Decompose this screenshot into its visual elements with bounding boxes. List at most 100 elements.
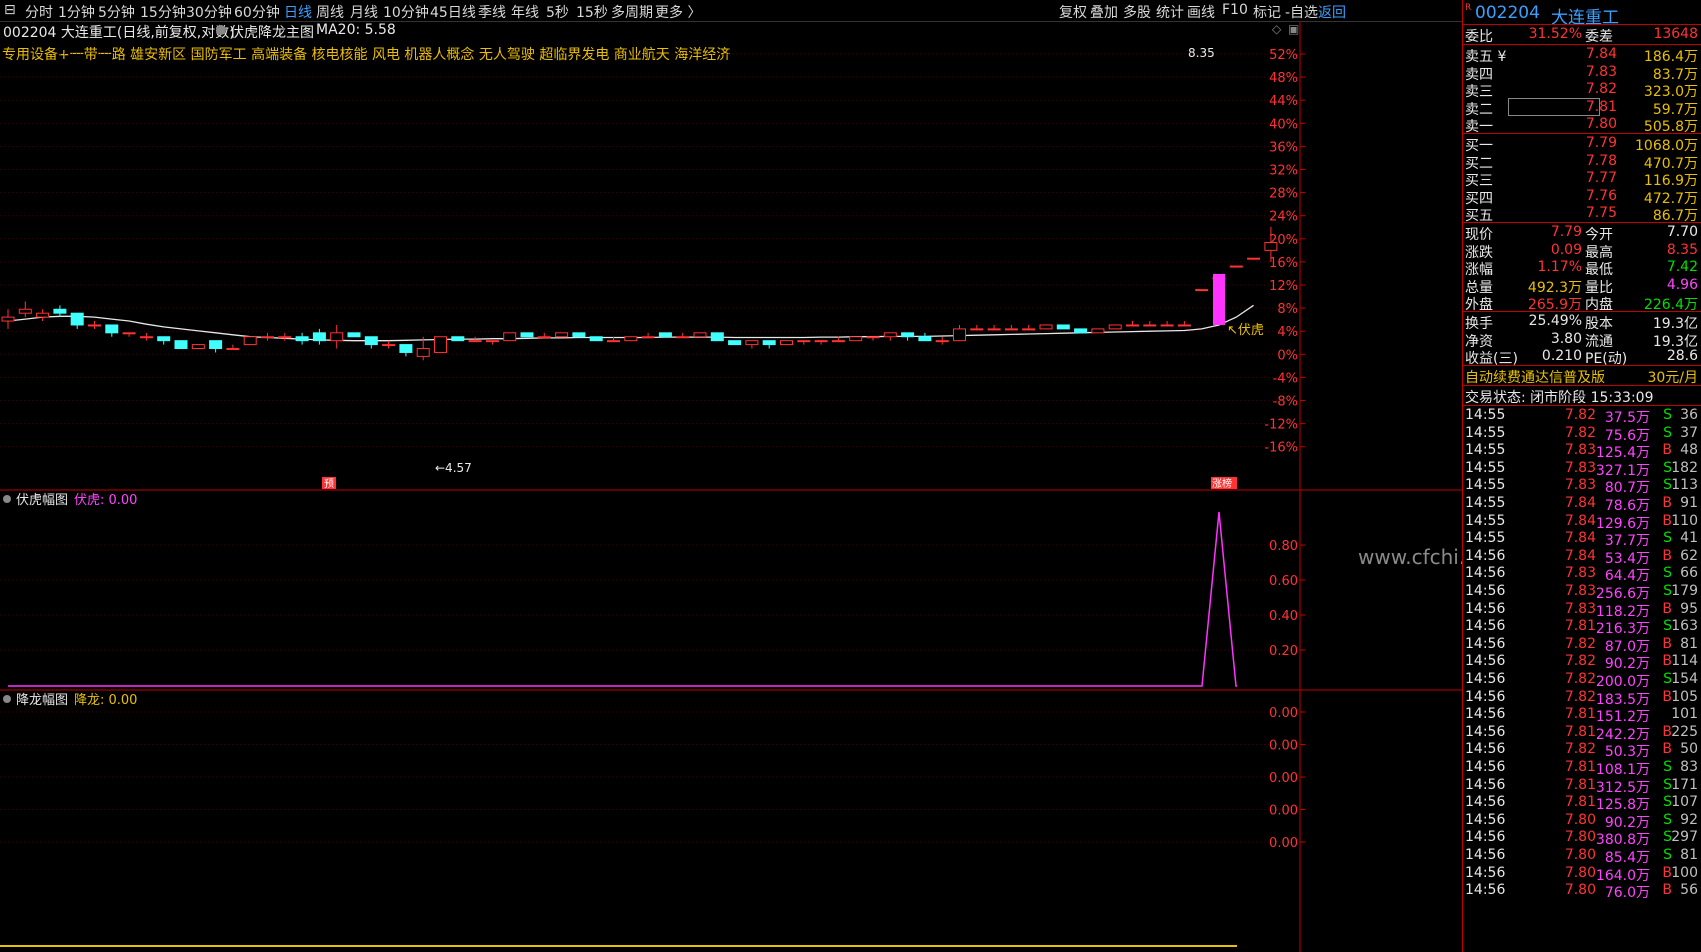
period-6[interactable]: 日线 [284, 2, 312, 22]
tick-row: 14:56 7.83 118.2万 B 95 [1463, 600, 1701, 620]
y-tick-label: 28% [1269, 187, 1298, 202]
stat-row: 总量 492.3万 量比 4.96 [1463, 276, 1701, 296]
tick-count: 81 [1680, 635, 1698, 652]
period-4[interactable]: 30分钟 [186, 2, 232, 22]
tick-time: 14:56 [1465, 618, 1506, 635]
buy-row: 买一 7.79 1068.0万 [1463, 134, 1701, 154]
candle-body [849, 336, 863, 342]
candle-body [191, 344, 205, 350]
candle-body [399, 344, 413, 353]
tick-count: 163 [1671, 618, 1698, 635]
tick-row: 14:56 7.80 380.8万 S 297 [1463, 828, 1701, 848]
buy-row: 买四 7.76 472.7万 [1463, 187, 1701, 207]
candle-body [572, 332, 586, 338]
panel2-toggle-icon[interactable] [3, 495, 11, 503]
tick-row: 14:55 7.84 37.7万 S 41 [1463, 529, 1701, 549]
period-7[interactable]: 周线 [316, 2, 344, 22]
toolbar-right-1[interactable]: 叠加 [1090, 2, 1118, 22]
promo-text[interactable]: 自动续费通达信普及版 [1465, 367, 1605, 387]
panel3-title: 降龙幅图 [16, 693, 68, 708]
tick-time: 14:56 [1465, 671, 1506, 687]
toolbar-right-7[interactable]: -自选 [1285, 2, 1318, 22]
toolbar-right-2[interactable]: 多股 [1123, 2, 1151, 22]
stat-row: 外盘 265.9万 内盘 226.4万 [1463, 293, 1701, 313]
tick-row: 14:55 7.83 125.4万 B 48 [1463, 441, 1701, 461]
tick-count: 83 [1680, 759, 1698, 775]
y-tick-label: 52% [1269, 48, 1298, 63]
candle-body [520, 332, 534, 338]
tick-row: 14:56 7.81 242.2万 B 225 [1463, 723, 1701, 743]
period-13[interactable]: 5秒 [546, 2, 569, 22]
tick-side: S [1663, 565, 1672, 582]
sell-price: 7.83 [1585, 63, 1617, 80]
stat2-value: 0.210 [1541, 348, 1582, 365]
tick-price: 7.80 [1564, 847, 1596, 863]
tick-time: 14:56 [1465, 864, 1506, 881]
tick-count: 171 [1671, 776, 1698, 793]
candle-body [434, 336, 447, 353]
weibi-row: 委比 31.52% 委差 13648 [1463, 25, 1701, 45]
tick-row: 14:56 7.83 64.4万 S 66 [1463, 564, 1701, 584]
tick-count: 297 [1671, 829, 1698, 846]
stat2-value: 3.80 [1550, 330, 1582, 347]
candle-body [226, 348, 240, 351]
kline-chart[interactable]: 52%48%44%40%36%32%28%24%20%16%12%8%4%0%-… [0, 22, 1462, 952]
candle-body [658, 332, 672, 338]
candle-body [122, 332, 136, 335]
candle-body [157, 336, 171, 342]
candle-body [416, 348, 430, 357]
period-12[interactable]: 年线 [511, 2, 539, 22]
tick-count: 41 [1680, 530, 1698, 547]
candle-body [295, 336, 309, 342]
quote-panel: R 002204 大连重工 委比 31.52% 委差 13648 卖五 ¥7.84 186.4万… [1462, 0, 1701, 952]
tick-side: B [1662, 635, 1672, 652]
tick-price: 7.83 [1564, 459, 1596, 476]
period-0[interactable]: 分时 [25, 2, 53, 22]
tick-row: 14:56 7.84 53.4万 B 62 [1463, 547, 1701, 567]
candle-body [1074, 328, 1088, 334]
stock-title-row: R 002204 大连重工 [1463, 2, 1701, 28]
tick-time: 14:56 [1465, 547, 1506, 564]
menu-icon[interactable]: ⊟ [4, 2, 16, 18]
period-9[interactable]: 10分钟 [383, 2, 429, 22]
tick-price: 7.81 [1564, 706, 1596, 723]
toolbar-right-0[interactable]: 复权 [1059, 2, 1087, 22]
period-14[interactable]: 15秒 [576, 2, 608, 22]
period-8[interactable]: 月线 [350, 2, 378, 22]
period-1[interactable]: 1分钟 [58, 2, 95, 22]
panel3-toggle-icon[interactable] [3, 695, 11, 703]
tick-side: B [1662, 600, 1672, 617]
candle-body [762, 340, 776, 346]
tick-count: 154 [1671, 671, 1698, 687]
stat2-row: 换手 25.49% 股本 19.3亿 [1463, 312, 1701, 332]
period-11[interactable]: 季线 [478, 2, 506, 22]
promo-price[interactable]: 30元/月 [1647, 367, 1698, 387]
period-10[interactable]: 45日线 [430, 2, 476, 22]
candle-body [53, 308, 67, 314]
candle-body [831, 340, 845, 343]
sell-row: 卖五 ¥7.84 186.4万 [1463, 45, 1701, 65]
period-15[interactable]: 多周期 [611, 2, 653, 22]
tick-count: 110 [1671, 512, 1698, 529]
toolbar-right-4[interactable]: 画线 [1187, 2, 1215, 22]
tick-row: 14:56 7.80 90.2万 S 92 [1463, 811, 1701, 831]
tick-price: 7.83 [1564, 583, 1596, 599]
period-2[interactable]: 5分钟 [98, 2, 135, 22]
toolbar-right-5[interactable]: F10 [1222, 2, 1248, 18]
toolbar-right-3[interactable]: 统计 [1156, 2, 1184, 22]
y-tick-label: 24% [1269, 210, 1298, 225]
toolbar-right-8[interactable]: 返回 [1318, 2, 1346, 22]
toolbar-right-6[interactable]: 标记 [1253, 2, 1281, 22]
tick-time: 14:56 [1465, 653, 1506, 670]
sell-row: 卖三 7.82 323.0万 [1463, 80, 1701, 100]
tick-count: 113 [1671, 477, 1698, 494]
period-5[interactable]: 60分钟 [234, 2, 280, 22]
tick-time: 14:55 [1465, 424, 1506, 441]
tick-price: 7.82 [1564, 688, 1596, 705]
period-3[interactable]: 15分钟 [140, 2, 186, 22]
period-16[interactable]: 更多 〉 [655, 2, 701, 22]
tick-price: 7.82 [1564, 635, 1596, 652]
tick-price: 7.84 [1564, 495, 1596, 511]
tick-price: 7.80 [1564, 811, 1596, 828]
tick-price: 7.81 [1564, 723, 1596, 740]
